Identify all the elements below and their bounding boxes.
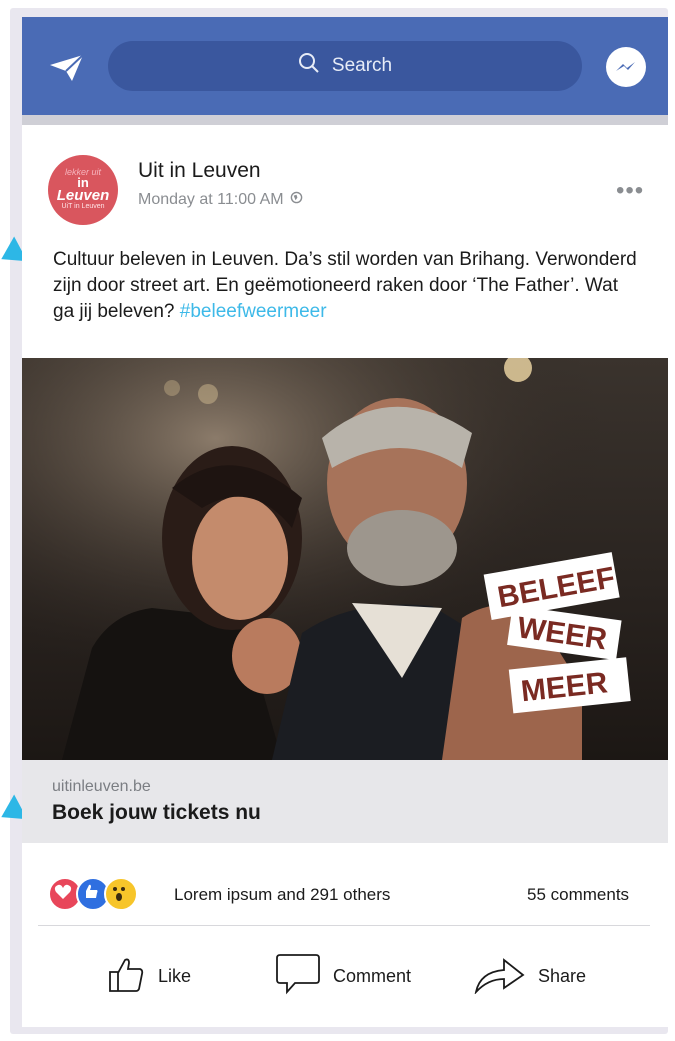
search-bar[interactable]: Search — [108, 41, 582, 91]
post-card: lekker uit in Leuven UiT in Leuven Uit i… — [22, 125, 668, 1027]
caption-text: Cultuur beleven in Leuven. Da’s stil wor… — [53, 249, 637, 322]
wow-reaction-icon — [104, 877, 138, 911]
avatar-brand: UiT in Leuven — [61, 203, 105, 210]
reactions-summary[interactable]: Lorem ipsum and 291 others — [174, 885, 390, 905]
post-timestamp[interactable]: Monday at 11:00 AM — [138, 191, 284, 209]
comments-count[interactable]: 55 comments — [527, 885, 629, 905]
comment-label: Comment — [333, 965, 412, 986]
link-headline[interactable]: Boek jouw tickets nu — [52, 801, 261, 825]
comment-button[interactable]: Comment — [275, 951, 411, 1001]
share-arrow-icon — [474, 954, 526, 999]
share-label: Share — [538, 965, 587, 986]
search-icon — [298, 52, 320, 80]
globe-icon — [290, 191, 303, 209]
like-label: Like — [158, 965, 192, 986]
hashtag-link[interactable]: #beleefweermeer — [180, 301, 327, 322]
comment-icon — [275, 952, 321, 1001]
header-shadow — [22, 115, 668, 125]
send-icon[interactable] — [48, 53, 86, 83]
actions-divider — [38, 925, 650, 926]
avatar[interactable]: lekker uit in Leuven UiT in Leuven — [48, 155, 118, 225]
avatar-leuven: Leuven — [56, 187, 110, 204]
post-caption: Cultuur beleven in Leuven. Da’s stil wor… — [53, 247, 643, 325]
top-bar: Search — [22, 17, 668, 115]
post-image[interactable]: BELEEF WEER MEER — [22, 358, 668, 760]
reactions-names: Lorem ipsum and — [174, 885, 306, 904]
thumbs-up-icon — [106, 954, 146, 999]
post-meta: Monday at 11:00 AM — [138, 191, 303, 209]
search-placeholder: Search — [331, 55, 393, 76]
like-button[interactable]: Like — [106, 951, 191, 1001]
link-preview[interactable]: uitinleuven.be Boek jouw tickets nu — [22, 760, 668, 843]
reaction-icons[interactable] — [48, 877, 138, 911]
share-button[interactable]: Share — [474, 951, 586, 1001]
more-options-icon[interactable]: ••• — [616, 177, 644, 205]
messenger-icon[interactable] — [606, 47, 646, 87]
link-domain: uitinleuven.be — [52, 778, 151, 795]
reactions-count: 291 others — [310, 885, 391, 904]
author-name[interactable]: Uit in Leuven — [138, 159, 261, 183]
